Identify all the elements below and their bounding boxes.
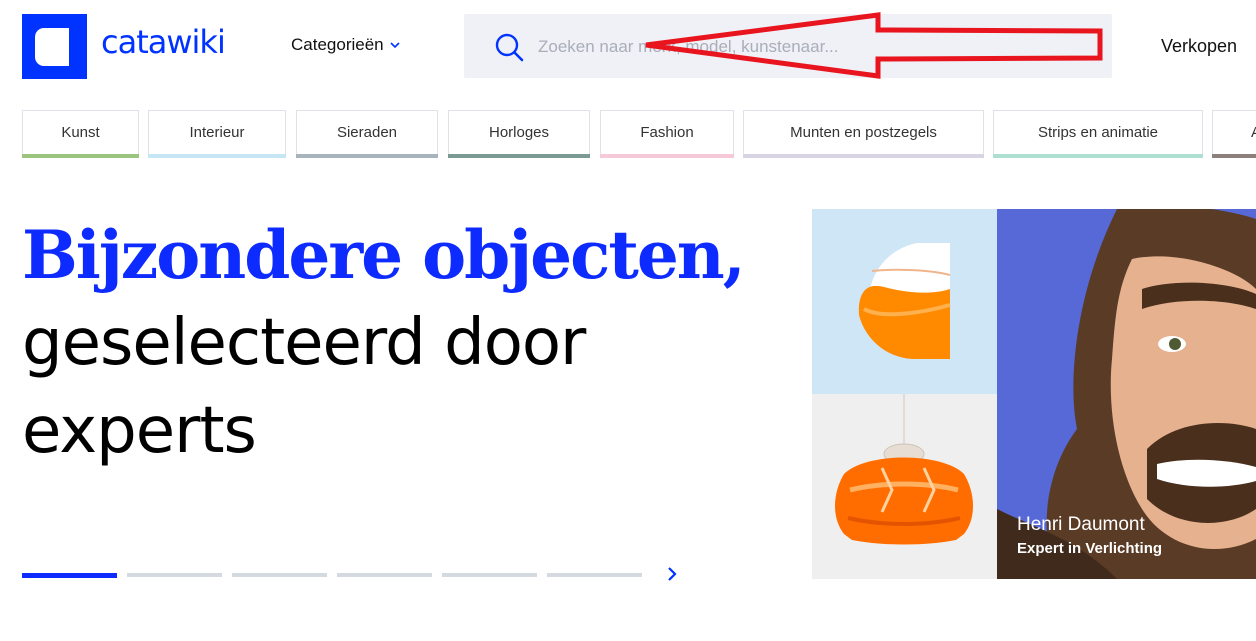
hero-headline-line3: experts [22, 394, 257, 468]
carousel-dot[interactable] [232, 573, 327, 577]
tab-fashion[interactable]: Fashion [600, 110, 734, 158]
tab-kunst[interactable]: Kunst [22, 110, 139, 158]
chevron-right-icon[interactable] [664, 564, 680, 584]
categories-dropdown-button[interactable]: Categorieën [291, 34, 401, 56]
hero-headline-accent: Bijzondere objecten, [22, 216, 746, 294]
sell-link[interactable]: Verkopen [1161, 35, 1237, 57]
expert-name: Henri Daumont [1017, 514, 1145, 535]
carousel-dot[interactable] [547, 573, 642, 577]
brand-name[interactable]: catawiki [101, 22, 226, 62]
tab-partial[interactable]: A [1212, 110, 1256, 158]
carousel-dot[interactable] [442, 573, 537, 577]
carousel-dot[interactable] [127, 573, 222, 577]
carousel-indicators [22, 573, 662, 578]
search-icon[interactable] [494, 32, 524, 62]
search-input[interactable] [538, 32, 1078, 62]
category-tabs: Kunst Interieur Sieraden Horloges Fashio… [22, 110, 1256, 158]
tab-horloges[interactable]: Horloges [448, 110, 590, 158]
tab-sieraden[interactable]: Sieraden [296, 110, 438, 158]
carousel-dot[interactable] [337, 573, 432, 577]
catawiki-logo-icon[interactable] [22, 14, 87, 79]
chevron-down-icon [390, 42, 400, 49]
lamp-product-image [812, 394, 997, 579]
carousel-dot[interactable] [22, 573, 117, 578]
tab-interieur[interactable]: Interieur [148, 110, 286, 158]
tab-strips-en-animatie[interactable]: Strips en animatie [993, 110, 1203, 158]
tab-munten-en-postzegels[interactable]: Munten en postzegels [743, 110, 984, 158]
expert-role: Expert in Verlichting [1017, 540, 1163, 557]
hero-headline-line2: geselecteerd door [22, 306, 586, 380]
search-bar[interactable] [464, 14, 1112, 78]
categories-label: Categorieën [291, 35, 384, 54]
lamp-detail-image [812, 209, 997, 394]
